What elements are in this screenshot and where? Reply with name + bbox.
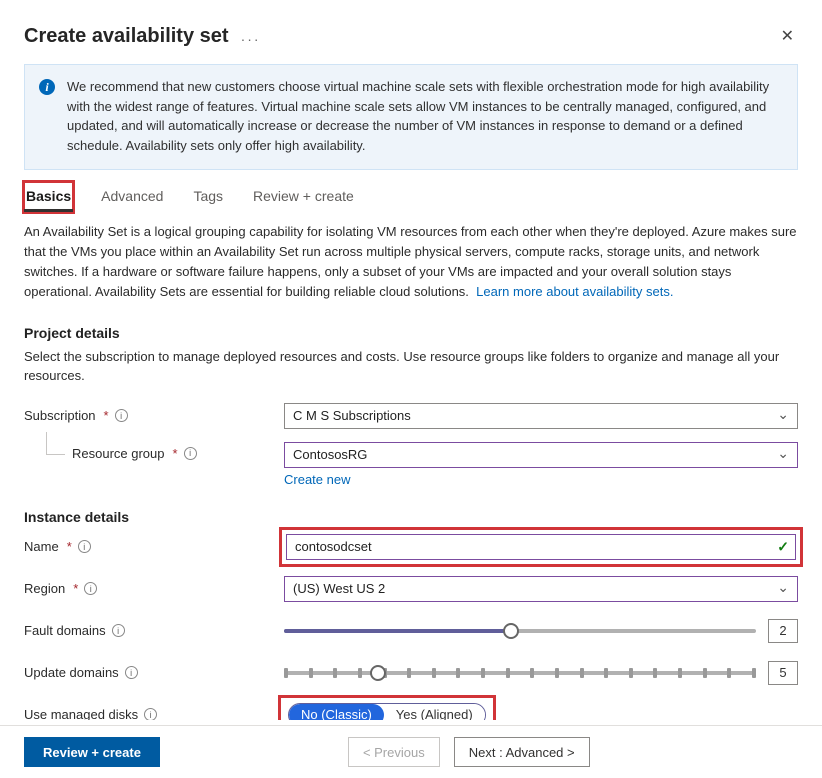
project-details-title: Project details (24, 325, 798, 341)
info-icon[interactable]: i (115, 409, 128, 422)
footer-bar: Review + create < Previous Next : Advanc… (0, 725, 822, 778)
fault-domains-label: Fault domains i (24, 623, 284, 638)
learn-more-link[interactable]: Learn more about availability sets. (476, 284, 673, 299)
resource-group-select[interactable]: ContososRG (284, 442, 798, 468)
name-highlight: ✓ (284, 532, 798, 562)
info-banner: i We recommend that new customers choose… (24, 64, 798, 170)
tab-tags[interactable]: Tags (191, 182, 225, 212)
update-domains-slider[interactable] (284, 664, 756, 682)
panel-body: Create availability set ··· ✕ i We recom… (0, 0, 822, 720)
next-button[interactable]: Next : Advanced > (454, 737, 590, 767)
more-menu[interactable]: ··· (241, 25, 261, 47)
review-create-button[interactable]: Review + create (24, 737, 160, 767)
tab-basics[interactable]: Basics (24, 182, 73, 212)
tab-advanced[interactable]: Advanced (99, 182, 165, 212)
info-icon[interactable]: i (184, 447, 197, 460)
managed-disks-no[interactable]: No (Classic) (289, 704, 384, 720)
fault-domains-slider[interactable] (284, 622, 756, 640)
info-icon[interactable]: i (144, 708, 157, 720)
name-row: Name* i ✓ (24, 531, 798, 563)
info-icon[interactable]: i (78, 540, 91, 553)
region-row: Region* i (US) West US 2 (24, 573, 798, 605)
update-domains-label: Update domains i (24, 665, 284, 680)
name-input[interactable] (286, 534, 796, 560)
tab-strip: Basics Advanced Tags Review + create (24, 178, 798, 212)
intro-text: An Availability Set is a logical groupin… (24, 222, 798, 303)
tab-review-create[interactable]: Review + create (251, 182, 356, 212)
update-domains-value[interactable]: 5 (768, 661, 798, 685)
subscription-row: Subscription* i C M S Subscriptions (24, 400, 798, 432)
resource-group-row: Resource group* i ContososRG Create new (24, 442, 798, 487)
close-icon[interactable]: ✕ (777, 22, 798, 50)
managed-disks-label: Use managed disks i (24, 707, 284, 720)
create-new-rg-link[interactable]: Create new (284, 472, 350, 487)
region-select[interactable]: (US) West US 2 (284, 576, 798, 602)
fault-domains-value[interactable]: 2 (768, 619, 798, 643)
page-title: Create availability set (24, 25, 229, 48)
project-details-desc: Select the subscription to manage deploy… (24, 347, 798, 386)
managed-disks-row: Use managed disks i No (Classic) Yes (Al… (24, 699, 798, 720)
subscription-select[interactable]: C M S Subscriptions (284, 403, 798, 429)
name-label: Name* i (24, 539, 284, 554)
info-banner-text: We recommend that new customers choose v… (67, 77, 781, 155)
subscription-label: Subscription* i (24, 408, 284, 423)
previous-button: < Previous (348, 737, 440, 767)
info-icon[interactable]: i (125, 666, 138, 679)
info-icon[interactable]: i (84, 582, 97, 595)
title-bar: Create availability set ··· ✕ (24, 22, 798, 50)
managed-disks-toggle[interactable]: No (Classic) Yes (Aligned) (288, 703, 486, 720)
info-icon[interactable]: i (112, 624, 125, 637)
managed-highlight: No (Classic) Yes (Aligned) (284, 701, 490, 720)
info-icon: i (39, 79, 55, 95)
fault-domains-row: Fault domains i 2 (24, 615, 798, 647)
region-label: Region* i (24, 581, 284, 596)
update-domains-row: Update domains i 5 (24, 657, 798, 689)
managed-disks-yes[interactable]: Yes (Aligned) (384, 704, 485, 720)
instance-details-title: Instance details (24, 509, 798, 525)
resource-group-label: Resource group* i (24, 442, 284, 461)
